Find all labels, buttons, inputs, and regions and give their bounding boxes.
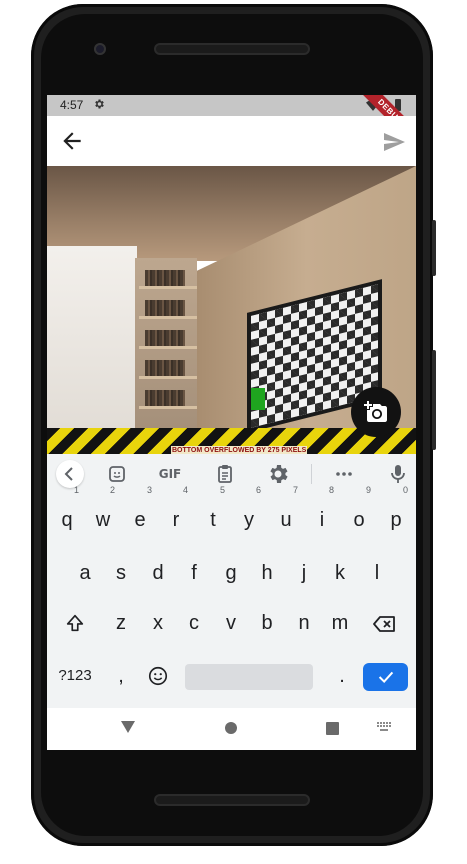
key-z[interactable]: z: [105, 601, 137, 645]
front-camera: [94, 43, 106, 55]
nav-back-icon[interactable]: [121, 721, 135, 733]
key-d[interactable]: d: [142, 551, 174, 595]
key-u[interactable]: 7u: [270, 485, 302, 542]
key-i[interactable]: 8i: [306, 485, 338, 542]
backspace-icon: [373, 616, 395, 632]
key-b[interactable]: b: [251, 601, 283, 645]
app-bar: [47, 116, 416, 166]
status-bar: 4:57 DEBUG: [47, 95, 416, 153]
preview-window: [47, 246, 137, 428]
key-k[interactable]: k: [324, 551, 356, 595]
nav-recents-icon[interactable]: [326, 722, 339, 735]
mic-icon[interactable]: [386, 462, 410, 486]
key-w[interactable]: 2w: [87, 485, 119, 542]
key-o[interactable]: 9o: [343, 485, 375, 542]
settings-icon[interactable]: [266, 462, 290, 486]
toolbar-divider: [311, 464, 312, 484]
period-key[interactable]: .: [326, 654, 358, 698]
power-button: [432, 220, 436, 276]
check-icon: [378, 671, 394, 684]
key-t[interactable]: 5t: [197, 485, 229, 542]
bottom-speaker: [156, 796, 308, 804]
key-x[interactable]: x: [142, 601, 174, 645]
screen: 4:57 DEBUG BOTTOM OVERFLOWED BY 275 PIXE…: [47, 95, 416, 750]
gear-icon: [95, 99, 104, 109]
spacebar[interactable]: [185, 664, 313, 690]
key-v[interactable]: v: [215, 601, 247, 645]
shift-key[interactable]: [59, 601, 91, 645]
key-e[interactable]: 3e: [124, 485, 156, 542]
nav-home-icon[interactable]: [225, 722, 237, 734]
arrow-back-icon[interactable]: [59, 128, 85, 154]
clipboard-icon[interactable]: [213, 462, 237, 486]
key-c[interactable]: c: [178, 601, 210, 645]
key-n[interactable]: n: [288, 601, 320, 645]
comma-key[interactable]: ,: [105, 654, 137, 698]
key-l[interactable]: l: [361, 551, 393, 595]
add-photo-button[interactable]: [351, 387, 401, 437]
keyboard-switch-icon[interactable]: [377, 722, 391, 732]
key-j[interactable]: j: [288, 551, 320, 595]
add-a-photo-icon: [364, 401, 387, 422]
key-s[interactable]: s: [105, 551, 137, 595]
key-h[interactable]: h: [251, 551, 283, 595]
backspace-key[interactable]: [369, 601, 401, 645]
keyboard-toolbar: GIF: [47, 454, 416, 494]
key-p[interactable]: 0p: [380, 485, 412, 542]
system-nav-bar: [47, 708, 416, 750]
emoji-icon: [148, 666, 168, 686]
volume-button: [432, 350, 436, 450]
preview-bookshelf: [139, 266, 197, 421]
key-q[interactable]: 1q: [51, 485, 83, 542]
key-g[interactable]: g: [215, 551, 247, 595]
preview-green-marker: [251, 388, 265, 410]
enter-key[interactable]: [363, 663, 408, 691]
more-icon[interactable]: [332, 462, 356, 486]
earpiece-speaker: [156, 45, 308, 53]
send-icon[interactable]: [382, 130, 406, 154]
sticker-icon[interactable]: [105, 462, 129, 486]
gif-button[interactable]: GIF: [155, 462, 185, 486]
shift-icon: [66, 614, 84, 632]
status-time: 4:57: [60, 98, 84, 112]
symbols-key[interactable]: ?123: [55, 654, 95, 698]
key-a[interactable]: a: [69, 551, 101, 595]
soft-keyboard: GIF 1q 2w 3e 4r 5t 6y 7u 8i 9o 0p a s d …: [47, 454, 416, 708]
key-r[interactable]: 4r: [160, 485, 192, 542]
back-chevron-icon[interactable]: [56, 460, 84, 488]
camera-preview: [47, 166, 416, 428]
key-f[interactable]: f: [178, 551, 210, 595]
emoji-key[interactable]: [142, 654, 174, 698]
key-y[interactable]: 6y: [233, 485, 265, 542]
key-m[interactable]: m: [324, 601, 356, 645]
